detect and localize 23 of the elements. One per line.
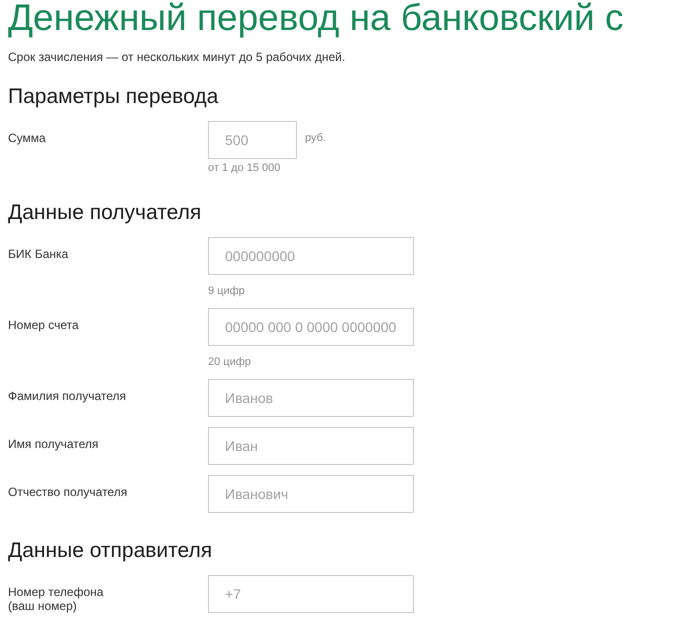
field-label: Номер счета xyxy=(8,317,80,334)
input-field[interactable]: +7 xyxy=(208,575,414,613)
page-subtitle: Срок зачисления — от нескольких минут до 5 рабочих дней. xyxy=(8,50,346,64)
input-field[interactable]: Иванов xyxy=(208,379,414,417)
input-field[interactable]: 500 xyxy=(208,121,297,159)
field-hint: 9 цифр xyxy=(208,284,245,298)
field-label: Имя получателя xyxy=(8,436,100,453)
section-heading: Данные отправителя xyxy=(8,539,214,563)
page-title: Денежный перевод на банковский с xyxy=(8,0,624,38)
field-hint: 20 цифр xyxy=(208,355,251,369)
field-label: БИК Банка xyxy=(8,246,70,263)
field-label: Номер телефона (ваш номер) xyxy=(8,584,104,613)
input-field[interactable]: 000000000 xyxy=(208,237,414,275)
field-label: Фамилия получателя xyxy=(8,388,127,405)
input-field[interactable]: Иван xyxy=(208,427,414,465)
field-hint: от 1 до 15 000 xyxy=(208,161,280,175)
input-field[interactable]: 00000 000 0 0000 0000000 xyxy=(208,308,414,346)
field-label: Сумма xyxy=(8,130,47,147)
input-field[interactable]: Иванович xyxy=(208,475,414,513)
field-label: Отчество получателя xyxy=(8,484,128,501)
section-heading: Данные получателя xyxy=(8,201,202,225)
section-heading: Параметры перевода xyxy=(8,85,220,109)
currency-unit: руб. xyxy=(305,131,326,145)
